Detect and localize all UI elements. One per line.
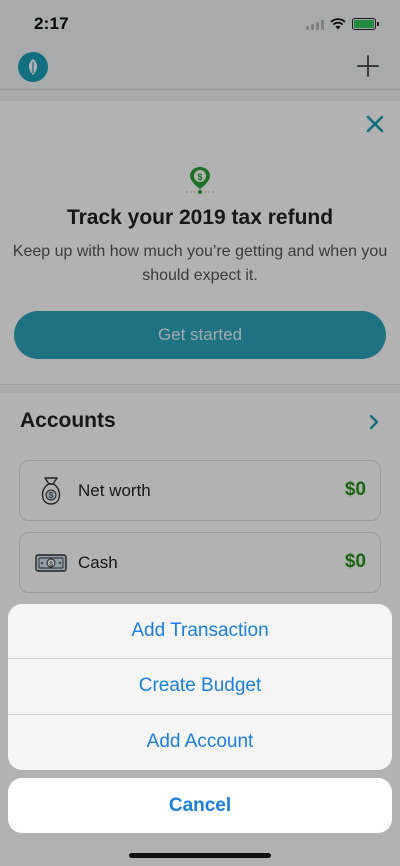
add-account-option[interactable]: Add Account bbox=[8, 715, 392, 770]
cancel-button[interactable]: Cancel bbox=[8, 778, 392, 833]
action-sheet: Add Transaction Create Budget Add Accoun… bbox=[8, 604, 392, 770]
add-transaction-option[interactable]: Add Transaction bbox=[8, 604, 392, 660]
home-indicator[interactable] bbox=[129, 853, 271, 858]
create-budget-option[interactable]: Create Budget bbox=[8, 659, 392, 715]
